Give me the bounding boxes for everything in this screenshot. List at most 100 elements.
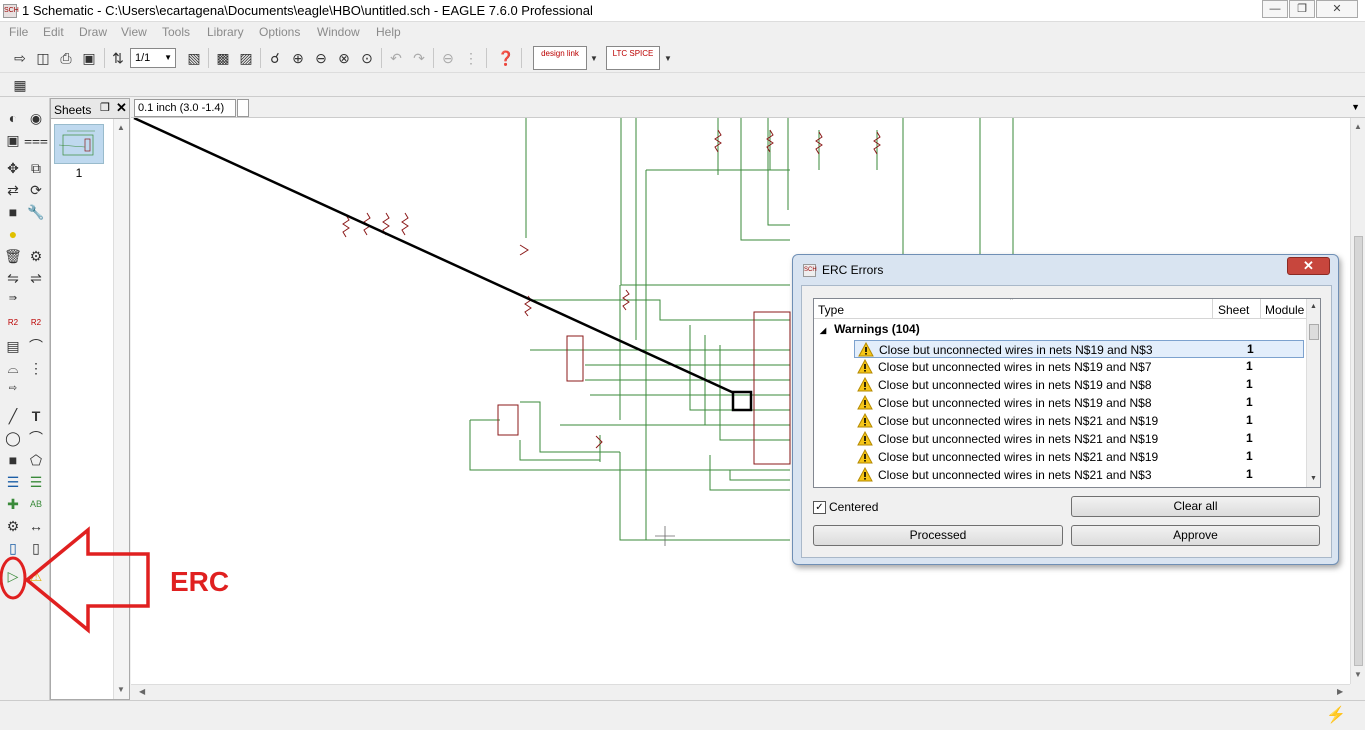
chevron-down-icon[interactable]: ▼ [588,48,600,68]
list-scrollbar[interactable]: ▲ ▼ [1306,299,1320,487]
menu-window[interactable]: Window [317,25,360,39]
save-icon[interactable]: ◫ [33,48,53,68]
warning-row[interactable]: Close but unconnected wires in nets N$21… [854,466,1304,484]
replace-icon[interactable]: ⇛ [3,288,23,308]
pinswap-icon[interactable]: ⇋ [3,268,23,288]
menu-edit[interactable]: Edit [43,25,64,39]
cam-processor-icon[interactable]: ▣ [79,48,99,68]
canvas-vertical-scrollbar[interactable]: ▲ ▼ [1350,118,1365,684]
collapse-triangle-icon[interactable]: ◢ [820,326,826,335]
menu-file[interactable]: File [9,25,28,39]
warnings-group[interactable]: ◢ Warnings (104) [820,322,920,336]
smash-icon[interactable]: ▤ [3,336,23,356]
column-type[interactable]: Type [818,303,844,317]
close-icon[interactable]: ✕ [116,100,127,116]
command-line-input[interactable] [237,99,249,117]
wire-icon[interactable]: ╱ [3,406,23,426]
lightning-icon[interactable]: ⚡ [1326,705,1346,725]
scroll-thumb[interactable] [1309,324,1319,340]
warning-row[interactable]: Close but unconnected wires in nets N$21… [854,430,1304,448]
warning-row[interactable]: Close but unconnected wires in nets N$19… [854,340,1304,358]
chevron-down-icon[interactable]: ▼ [662,48,674,68]
sheet-switch-icon[interactable]: ⇅ [108,48,128,68]
erc-error-list[interactable]: Type ˆ Sheet Module ◢ Warnings (104) Clos… [813,298,1321,488]
centered-checkbox[interactable]: ✓ [813,501,826,514]
menu-help[interactable]: Help [376,25,401,39]
warning-row[interactable]: Close but unconnected wires in nets N$21… [854,448,1304,466]
approve-button[interactable]: Approve [1071,525,1320,546]
board-icon[interactable]: ▨ [236,48,256,68]
undo-icon[interactable]: ↶ [386,48,406,68]
warning-row[interactable]: Close but unconnected wires in nets N$19… [854,394,1304,412]
delete-icon[interactable]: 🗑 [3,246,23,266]
grid-icon[interactable]: ▦ [10,75,30,95]
name-icon[interactable]: R2 [3,312,23,332]
canvas-horizontal-scrollbar[interactable]: ◀ ▶ [131,684,1350,700]
menu-draw[interactable]: Draw [79,25,107,39]
stop-icon[interactable]: ⊖ [438,48,458,68]
column-module[interactable]: Module [1265,303,1304,317]
menu-tools[interactable]: Tools [162,25,190,39]
junction-icon[interactable]: ✚ [3,494,23,514]
text-icon[interactable]: T [26,406,46,426]
designlink-button[interactable]: design link [533,46,587,70]
processed-button[interactable]: Processed [813,525,1063,546]
group-icon[interactable]: ■ [3,202,23,222]
dock-icon[interactable]: ❐ [100,101,110,114]
clear-all-button[interactable]: Clear all [1071,496,1320,517]
sheet-thumbnail[interactable] [54,124,104,164]
zoom-out-icon[interactable]: ⊖ [311,48,331,68]
menu-library[interactable]: Library [207,25,244,39]
scroll-left-icon[interactable]: ◀ [139,687,145,696]
scroll-down-icon[interactable]: ▼ [1354,670,1362,679]
gateswap-icon[interactable]: ⇌ [26,268,46,288]
scroll-right-icon[interactable]: ▶ [1337,687,1343,696]
warning-row[interactable]: Close but unconnected wires in nets N$19… [854,376,1304,394]
column-sheet[interactable]: Sheet [1218,303,1249,317]
display-icon[interactable]: ▣ [3,130,23,150]
maximize-button[interactable]: ❐ [1289,0,1315,18]
rotate-icon[interactable]: ⟳ [26,180,46,200]
zoom-select-icon[interactable]: ⊙ [357,48,377,68]
label-icon[interactable]: AB [26,494,46,514]
net-icon[interactable]: ☰ [26,472,46,492]
redo-icon[interactable]: ↷ [409,48,429,68]
info-icon[interactable]: ◐ [3,108,23,128]
scroll-thumb[interactable] [1354,236,1363,666]
scroll-down-icon[interactable]: ▼ [117,685,125,694]
move-icon[interactable]: ✥ [3,158,23,178]
warning-row[interactable]: Close but unconnected wires in nets N$19… [854,358,1304,376]
rect-icon[interactable]: ■ [3,450,23,470]
chevron-down-icon[interactable]: ▼ [1351,102,1360,112]
scroll-up-icon[interactable]: ▲ [1310,303,1317,310]
scroll-down-icon[interactable]: ▼ [1310,475,1317,482]
bus-icon[interactable]: ☰ [3,472,23,492]
dialog-close-button[interactable]: ✕ [1287,257,1330,275]
circle-icon[interactable]: ◯ [3,428,23,448]
invoke-icon[interactable]: ⇨ [3,378,23,398]
mirror-icon[interactable]: ⇄ [3,180,23,200]
add-icon[interactable]: ⚙ [26,246,46,266]
zoom-redraw-icon[interactable]: ⊗ [334,48,354,68]
copy-icon[interactable]: ⧉ [26,158,46,178]
zoom-fit-icon[interactable]: ☌ [265,48,285,68]
open-icon[interactable]: ⇨ [10,48,30,68]
minimize-button[interactable]: — [1262,0,1288,18]
zoom-in-icon[interactable]: ⊕ [288,48,308,68]
paste-icon[interactable]: ● [3,224,23,244]
scroll-up-icon[interactable]: ▲ [1354,122,1362,131]
polygon-icon[interactable]: ⬠ [26,450,46,470]
zoom-level-select[interactable]: 1/1 ▼ [130,48,176,68]
split-icon[interactable]: ⌓ [3,358,23,378]
show-icon[interactable]: ◉ [26,108,46,128]
print-icon[interactable]: ⎙ [56,48,76,68]
help-icon[interactable]: ❓ [496,48,516,68]
scroll-up-icon[interactable]: ▲ [117,123,125,132]
menu-view[interactable]: View [121,25,147,39]
ltspice-button[interactable]: LTC SPICE [606,46,660,70]
script-icon[interactable]: ▩ [213,48,233,68]
mark-icon[interactable]: ⩶ [24,130,48,150]
value-icon[interactable]: R2 [26,312,46,332]
arc-icon[interactable]: ⌒ [26,428,46,448]
go-icon[interactable]: ⋮ [461,48,481,68]
